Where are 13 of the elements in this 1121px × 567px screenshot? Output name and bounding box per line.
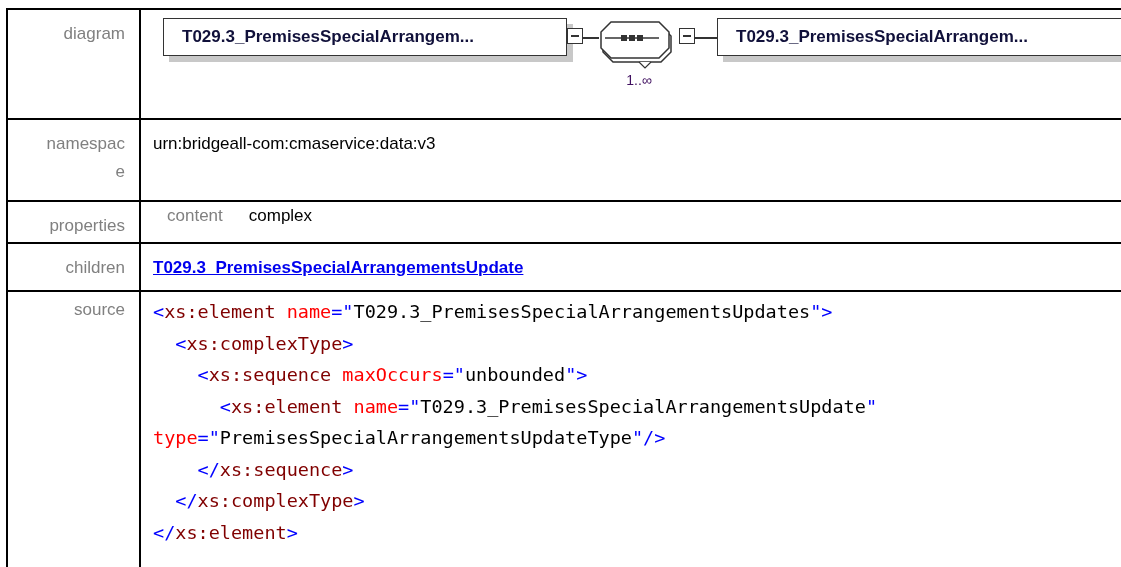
namespace-value: urn:bridgeall-com:cmaservice:data:v3 [153, 134, 436, 153]
row-label: diagram [8, 10, 141, 118]
row-label: source [8, 292, 141, 567]
row-label: namespace [8, 120, 141, 200]
collapse-button[interactable] [567, 28, 583, 44]
property-name: content [167, 206, 223, 225]
row-label: children [8, 244, 141, 290]
child-link[interactable]: T029.3_PremisesSpecialArrangementsUpdate [153, 258, 524, 277]
occurrence-label: 1..∞ [626, 72, 652, 88]
source-code: <xs:element name="T029.3_PremisesSpecialArrangementsUpdates"> <xs:complexType> <xs:sequence maxOccurs="unbounded"> <xs:element name="T029.3_PremisesSpecialArrangementsUpdate" type="PremisesSpecialArrangementsUpdateType"/> </xs:sequence> </xs:complexType> </xs:element> [152, 300, 878, 545]
row-label: properties [8, 202, 141, 242]
property-value: complex [248, 206, 313, 225]
collapse-button[interactable] [679, 28, 695, 44]
